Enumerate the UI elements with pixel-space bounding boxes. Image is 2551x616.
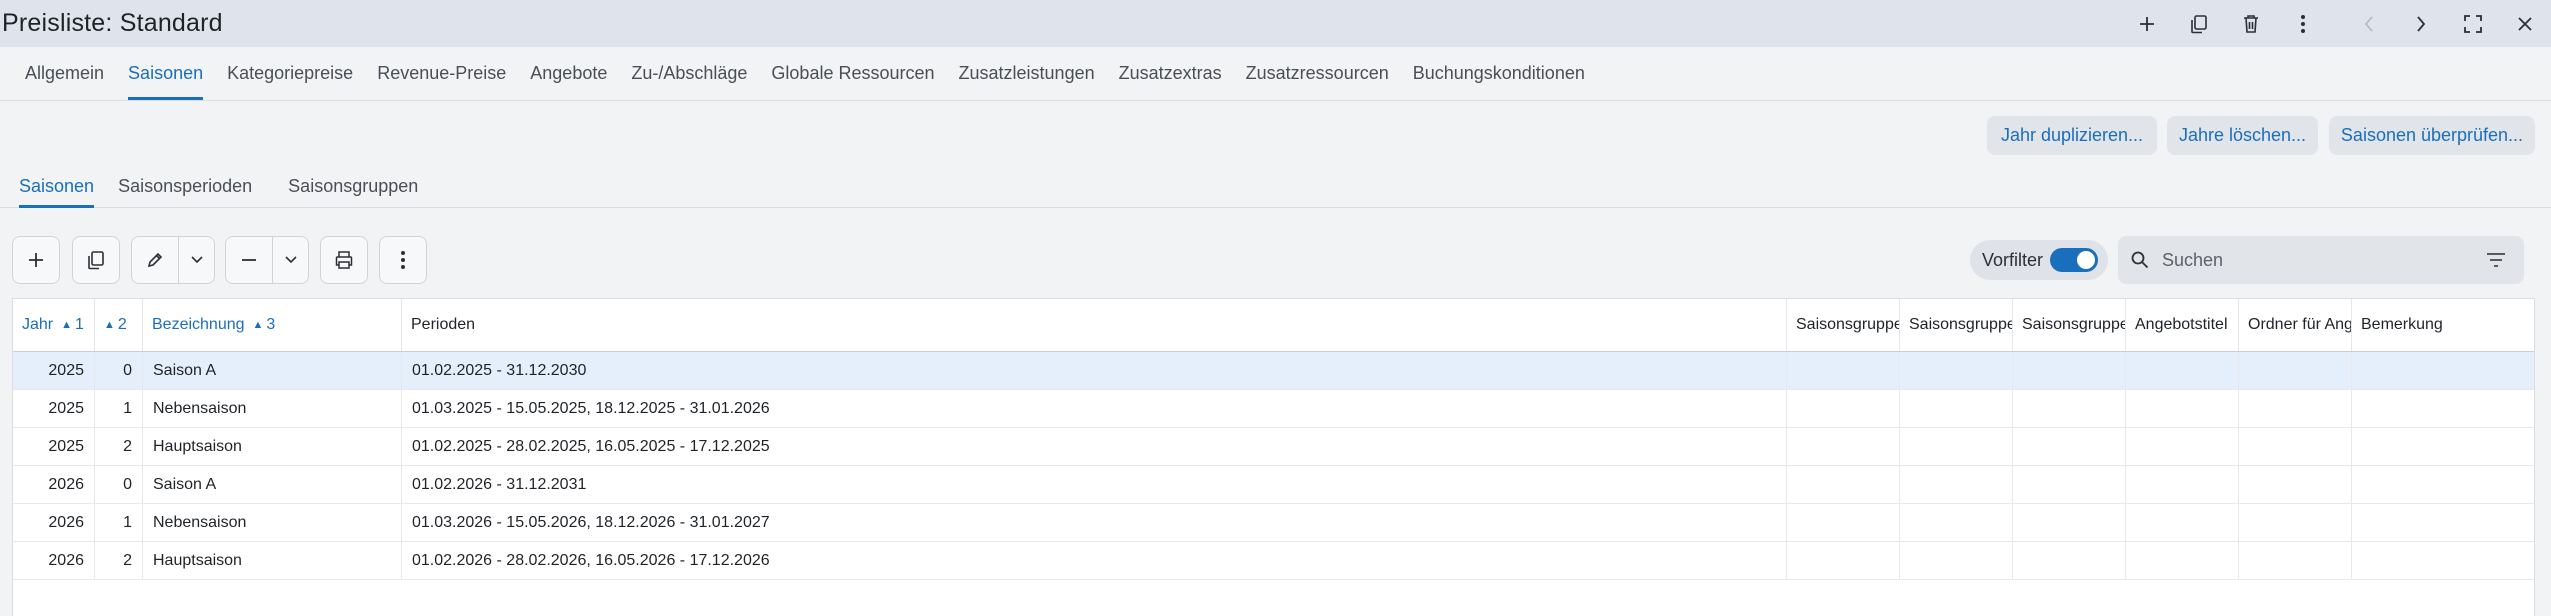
printer-icon	[321, 237, 367, 283]
cell-name: Saison A	[143, 352, 402, 389]
tab-allgemein[interactable]: Allgemein	[13, 46, 116, 100]
column-header-angebotstitel[interactable]: Angebotstitel	[2126, 299, 2239, 351]
tab-kategoriepreise[interactable]: Kategoriepreise	[215, 46, 365, 100]
cell-year: 2025	[13, 428, 95, 465]
edit-split-button[interactable]	[131, 236, 215, 284]
prefilter-label: Vorfilter	[1982, 249, 2044, 270]
search-icon	[2131, 251, 2149, 269]
close-icon[interactable]	[2499, 0, 2551, 47]
cell-name: Hauptsaison	[143, 428, 402, 465]
table-row[interactable]: 2025 1 Nebensaison 01.03.2025 - 15.05.20…	[13, 390, 2534, 428]
cell-name: Saison A	[143, 466, 402, 503]
fullscreen-icon[interactable]	[2447, 0, 2499, 47]
subtab-saisonen[interactable]: Saisonen	[7, 165, 106, 208]
table-row[interactable]: 2026 2 Hauptsaison 01.02.2026 - 28.02.20…	[13, 542, 2534, 580]
cell-periods: 01.02.2026 - 31.12.2031	[402, 466, 1787, 503]
filter-icon[interactable]	[2486, 251, 2506, 269]
tab-angebote[interactable]: Angebote	[518, 46, 619, 100]
remove-split-button[interactable]	[225, 236, 309, 284]
cell-index: 0	[95, 352, 143, 389]
cell-index: 0	[95, 466, 143, 503]
trash-icon[interactable]	[2225, 0, 2277, 47]
cell-index: 1	[95, 390, 143, 427]
duplicate-row-button[interactable]	[72, 236, 120, 284]
cell-name: Hauptsaison	[143, 542, 402, 579]
pencil-icon[interactable]	[132, 237, 178, 283]
toggle-switch[interactable]	[2050, 248, 2098, 272]
tab-zu-abschlaege[interactable]: Zu-/Abschläge	[619, 46, 759, 100]
add-row-button[interactable]	[12, 236, 60, 284]
table-row[interactable]: 2025 2 Hauptsaison 01.02.2025 - 28.02.20…	[13, 428, 2534, 466]
copy-icon	[73, 237, 119, 283]
subtab-saisonsgruppen[interactable]: Saisonsgruppen	[276, 165, 430, 207]
title-bar: Preisliste: Standard	[0, 0, 2551, 47]
search-box	[2118, 236, 2524, 284]
add-icon	[13, 237, 59, 283]
table-row[interactable]: 2026 0 Saison A 01.02.2026 - 31.12.2031	[13, 466, 2534, 504]
prefilter-toggle[interactable]: Vorfilter	[1970, 240, 2108, 280]
sub-tabs: Saisonen Saisonsperioden Saisonsgruppen	[0, 165, 2551, 208]
cell-periods: 01.02.2026 - 28.02.2026, 16.05.2026 - 17…	[402, 542, 1787, 579]
sort-asc-icon: ▲	[61, 319, 73, 331]
main-tabs: Allgemein Saisonen Kategoriepreise Reven…	[0, 47, 2551, 101]
more-vertical-icon[interactable]	[2277, 0, 2329, 47]
more-options-button[interactable]	[379, 236, 427, 284]
cell-periods: 01.03.2026 - 15.05.2026, 18.12.2026 - 31…	[402, 504, 1787, 541]
chevron-down-icon[interactable]	[272, 237, 308, 283]
cell-periods: 01.02.2025 - 31.12.2030	[402, 352, 1787, 389]
cell-index: 2	[95, 428, 143, 465]
tab-saisonen[interactable]: Saisonen	[116, 46, 215, 100]
title-actions	[2121, 0, 2551, 47]
column-header-index[interactable]: ▲ 2	[95, 299, 143, 351]
cell-index: 2	[95, 542, 143, 579]
table-row[interactable]: 2025 0 Saison A 01.02.2025 - 31.12.2030	[13, 352, 2534, 390]
column-header-jahr[interactable]: Jahr ▲ 1	[13, 299, 95, 351]
window-title: Preisliste: Standard	[2, 9, 223, 37]
tab-globale-ressourcen[interactable]: Globale Ressourcen	[759, 46, 946, 100]
cell-year: 2025	[13, 352, 95, 389]
cell-index: 1	[95, 504, 143, 541]
tab-zusatzressourcen[interactable]: Zusatzressourcen	[1234, 46, 1401, 100]
chevron-down-icon[interactable]	[178, 237, 214, 283]
column-header-saisonsgruppe-2[interactable]: Saisonsgruppe	[1900, 299, 2013, 351]
tab-revenue-preise[interactable]: Revenue-Preise	[365, 46, 518, 100]
cell-year: 2026	[13, 466, 95, 503]
minus-icon[interactable]	[226, 237, 272, 283]
cell-periods: 01.03.2025 - 15.05.2025, 18.12.2025 - 31…	[402, 390, 1787, 427]
cell-year: 2026	[13, 504, 95, 541]
table-row[interactable]: 2026 1 Nebensaison 01.03.2026 - 15.05.20…	[13, 504, 2534, 542]
search-input[interactable]	[2162, 249, 2462, 271]
table-header: Jahr ▲ 1 ▲ 2 Bezeichnung ▲ 3 Perioden Sa…	[13, 299, 2534, 352]
print-button[interactable]	[320, 236, 368, 284]
check-seasons-button[interactable]: Saisonen überprüfen...	[2329, 116, 2535, 155]
cell-year: 2026	[13, 542, 95, 579]
sort-asc-icon: ▲	[104, 319, 115, 331]
column-header-saisonsgruppe-3[interactable]: Saisonsgruppe	[2013, 299, 2126, 351]
tab-buchungskonditionen[interactable]: Buchungskonditionen	[1401, 46, 1597, 100]
column-header-saisonsgruppe-1[interactable]: Saisonsgruppe	[1787, 299, 1900, 351]
chevron-right-icon[interactable]	[2395, 0, 2447, 47]
duplicate-year-button[interactable]: Jahr duplizieren...	[1987, 116, 2157, 155]
sort-asc-icon: ▲	[252, 319, 264, 331]
subtab-saisonsperioden[interactable]: Saisonsperioden	[106, 165, 264, 207]
column-header-perioden[interactable]: Perioden	[402, 299, 1787, 351]
add-icon[interactable]	[2121, 0, 2173, 47]
tab-zusatzextras[interactable]: Zusatzextras	[1107, 46, 1234, 100]
cell-name: Nebensaison	[143, 390, 402, 427]
seasons-table: Jahr ▲ 1 ▲ 2 Bezeichnung ▲ 3 Perioden Sa…	[12, 298, 2535, 616]
chevron-left-icon[interactable]	[2343, 0, 2395, 47]
cell-name: Nebensaison	[143, 504, 402, 541]
cell-year: 2025	[13, 390, 95, 427]
tab-zusatzleistungen[interactable]: Zusatzleistungen	[947, 46, 1107, 100]
column-header-bezeichnung[interactable]: Bezeichnung ▲ 3	[143, 299, 402, 351]
copy-icon[interactable]	[2173, 0, 2225, 47]
column-header-bemerkung[interactable]: Bemerkung	[2352, 299, 2536, 351]
column-header-ordner[interactable]: Ordner für Angebote	[2239, 299, 2352, 351]
delete-years-button[interactable]: Jahre löschen...	[2167, 116, 2318, 155]
cell-periods: 01.02.2025 - 28.02.2025, 16.05.2025 - 17…	[402, 428, 1787, 465]
more-vertical-icon	[380, 237, 426, 283]
